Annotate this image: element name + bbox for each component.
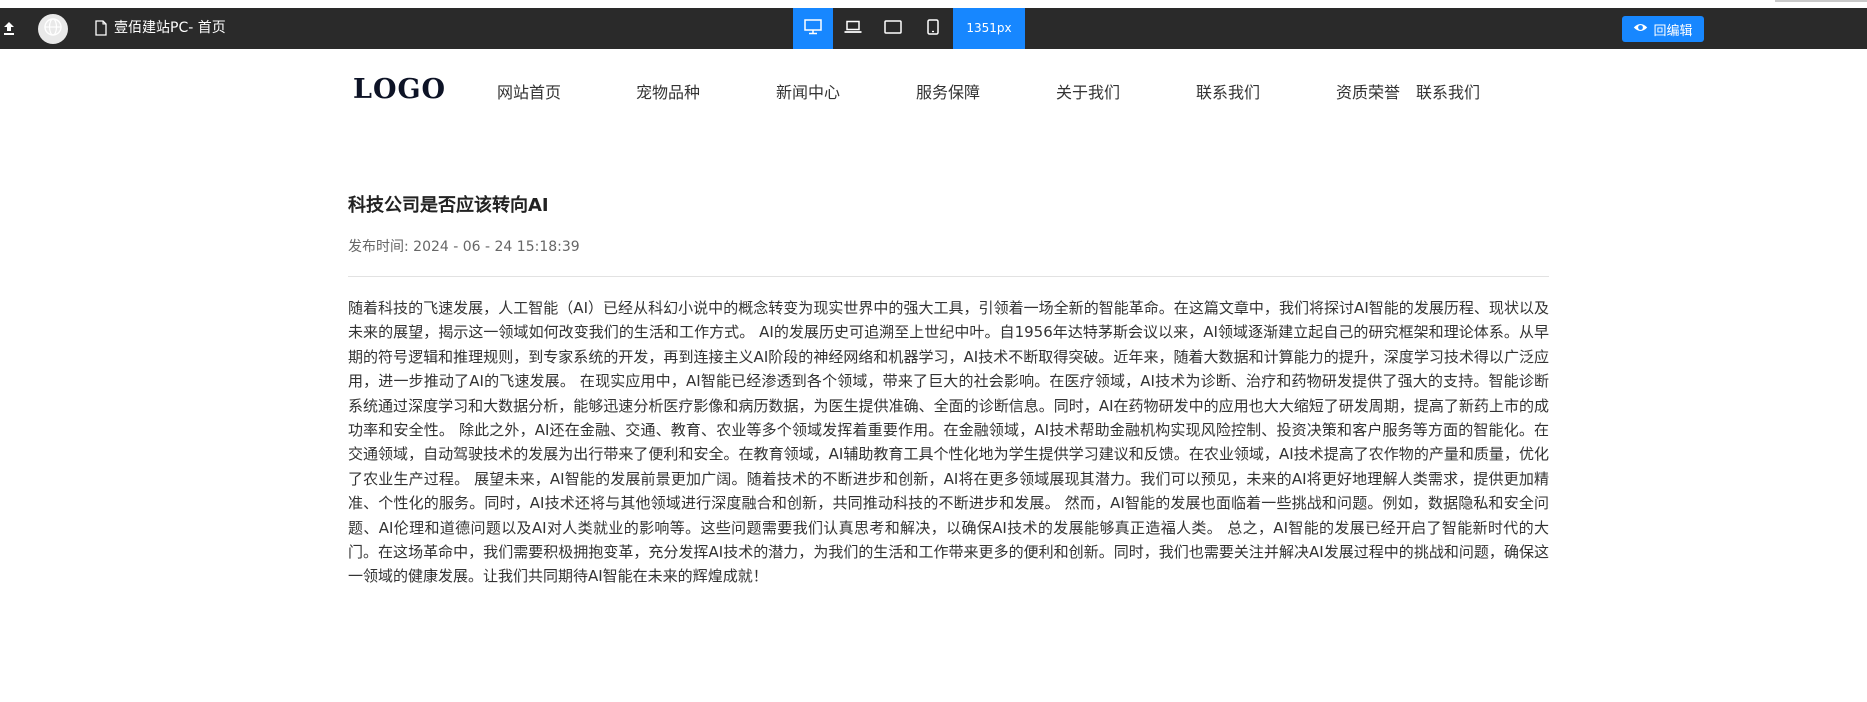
divider <box>348 276 1549 277</box>
tablet-view-button[interactable] <box>873 8 913 49</box>
tablet-icon <box>884 19 902 38</box>
site-avatar[interactable] <box>38 14 68 44</box>
publish-meta: 发布时间: 2024 - 06 - 24 15:18:39 <box>348 236 580 256</box>
site-header: LOGO 网站首页 宠物品种 新闻中心 服务保障 关于我们 联系我们 资质荣誉 … <box>0 49 1867 129</box>
globe-icon <box>43 17 63 41</box>
published-label: 发布时间: <box>348 239 409 255</box>
nav-item-about[interactable]: 关于我们 <box>1056 79 1120 103</box>
article-body: 随着科技的飞速发展，人工智能（AI）已经从科幻小说中的概念转变为现实世界中的强大… <box>348 299 1549 586</box>
laptop-icon <box>844 19 862 38</box>
site-logo[interactable]: LOGO <box>353 74 446 105</box>
mobile-view-button[interactable] <box>913 8 953 49</box>
viewport-width-badge[interactable]: 1351px <box>953 8 1025 49</box>
nav-item-contact[interactable]: 联系我们 <box>1196 79 1260 103</box>
eye-icon <box>1633 22 1648 37</box>
top-strip-corner <box>1775 0 1867 2</box>
published-date: 2024 - 06 - 24 15:18:39 <box>413 239 580 255</box>
top-strip <box>0 0 1867 8</box>
nav-item-honors[interactable]: 资质荣誉 <box>1336 79 1400 103</box>
article-title: 科技公司是否应该转向AI <box>348 195 549 216</box>
back-to-edit-label: 回编辑 <box>1653 23 1693 39</box>
editor-toolbar: 壹佰建站PC- 首页 1351px 回编辑 <box>0 8 1867 49</box>
upload-icon[interactable] <box>2 20 16 36</box>
laptop-view-button[interactable] <box>833 8 873 49</box>
nav-item-pet-breeds[interactable]: 宠物品种 <box>636 79 700 103</box>
page-name[interactable]: 壹佰建站PC- 首页 <box>114 8 226 49</box>
desktop-icon <box>804 18 822 39</box>
nav-item-contact-2[interactable]: 联系我们 <box>1416 79 1480 103</box>
device-switcher <box>793 8 953 49</box>
nav-item-home[interactable]: 网站首页 <box>497 79 561 103</box>
back-to-edit-button[interactable]: 回编辑 <box>1622 16 1704 42</box>
mobile-icon <box>927 18 939 39</box>
page-doc-icon <box>95 20 107 36</box>
nav-item-service[interactable]: 服务保障 <box>916 79 980 103</box>
desktop-view-button[interactable] <box>793 8 833 49</box>
nav-item-news[interactable]: 新闻中心 <box>776 79 840 103</box>
